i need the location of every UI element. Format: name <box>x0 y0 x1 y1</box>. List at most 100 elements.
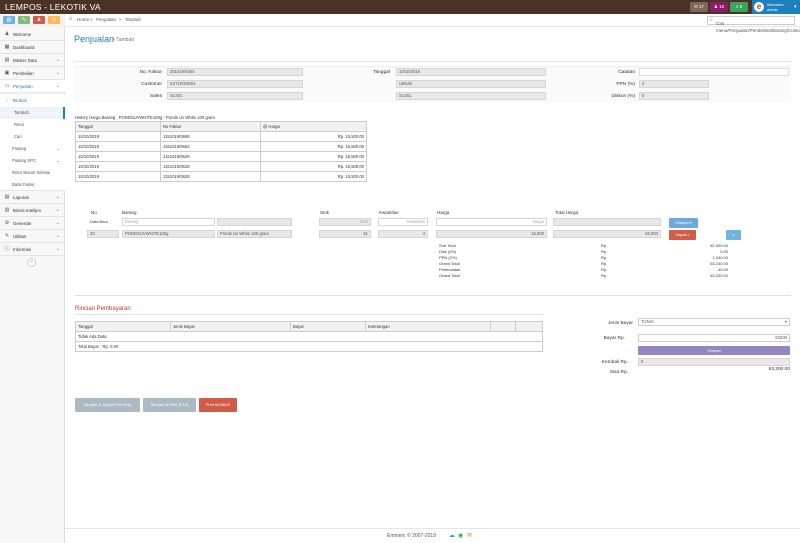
chevron-down-icon: ⌄ <box>55 220 60 226</box>
sidebar-sub-piutang-spc[interactable]: Piutang SPC ⌄ <box>0 155 65 167</box>
ppn-label: PPN (%) <box>616 82 635 87</box>
sidebar-item-laporan[interactable]: ▤ Laporan ⌄ <box>0 191 65 204</box>
search-icon[interactable]: ⌕ <box>710 17 713 23</box>
col-kwantitas-label: Kwantitas <box>379 210 399 215</box>
cash-icon: ▭ <box>4 83 10 89</box>
sidebar-item-utilitas[interactable]: ✎ Utilitas ⌄ <box>0 230 65 243</box>
chat-icon[interactable]: ☁ <box>449 532 455 539</box>
chevron-down-icon: ⌄ <box>55 233 60 239</box>
sidebar-sub-tambah[interactable]: › Tambah <box>0 95 65 107</box>
avatar: e <box>754 2 764 12</box>
chevron-down-icon: ⌄ <box>56 146 60 151</box>
kembali-input: 0 <box>638 358 790 366</box>
tanggal-input[interactable]: 10/10/2019 <box>396 68 546 76</box>
sidebar-item-master-data[interactable]: ▤ Master Data ⌄ <box>0 54 65 67</box>
shortcut-users-icon[interactable]: ♟ <box>33 16 45 24</box>
whatsapp-icon[interactable]: ◉ <box>458 532 463 539</box>
row-nama: Ponds Uv White 100 gram <box>217 230 292 238</box>
sidebar-collapse-button[interactable]: « <box>27 258 36 267</box>
sidebar-sub-retur-belum[interactable]: Retur Belum Selesai <box>0 167 65 179</box>
sales-label: Sales <box>150 94 162 99</box>
save-icon: ▾ <box>689 220 692 225</box>
page-title: Penjualan <box>74 34 115 44</box>
data-baru-label: Data Baru <box>90 219 109 224</box>
kwantitas-input[interactable]: Kwantitas <box>378 218 428 226</box>
sisa-value: 63,200.00 <box>768 367 790 372</box>
sidebar-sub-cari[interactable]: Cari <box>0 131 65 143</box>
diskon-label: Diskon (%) <box>611 94 635 99</box>
row-kode: PONDSUVWHITE100g <box>122 230 215 238</box>
barang-name-input <box>217 218 292 226</box>
mail-icon[interactable]: ✉ <box>467 532 472 539</box>
tasks-badge[interactable]: ≡ 0 <box>730 2 748 12</box>
chevron-down-icon: ⌄ <box>55 57 60 63</box>
sidebar-sub-piutang[interactable]: Piutang ⌄ <box>0 143 65 155</box>
shortcut-gear-icon[interactable]: ⚙ <box>48 16 60 24</box>
gears-icon: ⚙ <box>4 220 10 226</box>
sidebar-item-bisnis[interactable]: ▥ Bisnis Intelijen ⌄ <box>0 204 65 217</box>
ppn-input[interactable]: 2 <box>639 80 709 88</box>
page-subtitle: > Tambah <box>112 37 135 43</box>
chevron-down-icon: ⌄ <box>55 194 60 200</box>
sidebar-sub-retur[interactable]: Retur <box>0 119 65 131</box>
simpan-bayar-button[interactable]: Simpan <box>638 346 790 355</box>
home-icon[interactable]: ⌂ <box>69 16 72 22</box>
barang-input[interactable]: Barang <box>122 218 215 226</box>
col-total-label: Total Harga <box>555 210 579 215</box>
customer-name-input: UMUM <box>396 80 546 88</box>
jenis-bayar-select[interactable]: TUNAI ▾ <box>638 318 790 326</box>
wrench-icon: ✎ <box>4 233 10 239</box>
bayar-input[interactable]: 63200 <box>638 334 790 342</box>
list-icon: ≡ <box>735 4 739 9</box>
payment-header-row: Tanggal Jenis Bayar Bayar Keterangan <box>75 321 543 332</box>
history-table: Tanggal No Faktur @ Harga 10/10/2019 J151… <box>75 121 367 182</box>
diskon-input[interactable]: 0 <box>639 92 709 100</box>
payment-title: Rincian Pembayaran <box>75 306 131 312</box>
sidebar-item-welcome[interactable]: ♟ Welcome <box>0 28 65 41</box>
user-menu[interactable]: e Welcome admin ▾ <box>752 0 800 14</box>
row-harga[interactable]: 15,500 <box>436 230 547 238</box>
breadcrumb-penjualan[interactable]: Penjualan <box>96 17 116 22</box>
double-chevron-left-icon: « <box>30 259 33 265</box>
sidebar-sub-tambah-active[interactable]: Tambah <box>0 107 65 119</box>
sales-input[interactable]: SLS01 <box>167 92 303 100</box>
table-row: 10/10/2019 J151019/0628 Rp. 15,500.00 <box>75 161 367 172</box>
kembali-label: Kembali Rp. <box>601 360 628 365</box>
catatan-input[interactable] <box>639 68 789 76</box>
customer-input[interactable]: K2710/S0001 <box>167 80 303 88</box>
table-row: Total Bayar : Rp. 0.00 <box>75 341 543 352</box>
row-stok: 61 <box>319 230 371 238</box>
caret-down-icon: ▾ <box>784 319 787 324</box>
search-input[interactable]: Cari menu/Penjualan/Pembelian/Barang/Cus… <box>707 16 800 33</box>
save-no-print-button[interactable]: Simpan & Tanpa Print (F9) <box>75 398 140 412</box>
chevron-down-icon: ⌄ <box>55 207 60 213</box>
sidebar-item-generate[interactable]: ⚙ Generate ⌄ <box>0 217 65 230</box>
table-row: 10/10/2019 J151019/0628 Rp. 15,500.00 <box>75 171 367 182</box>
table-row: 10/10/2019 J151019/0629 Rp. 15,500.00 <box>75 151 367 162</box>
table-row: 10/10/2019 J151019/0663 Rp. 15,500.00 <box>75 141 367 152</box>
messages-badge[interactable]: ✉ 17 <box>690 2 708 12</box>
sidebar-item-dashboard[interactable]: ▦ Dashboard <box>0 41 65 54</box>
chevron-down-icon: ⌄ <box>55 70 60 76</box>
search-item-button[interactable]: ⌕ <box>726 230 741 240</box>
row-qty[interactable]: 4 <box>378 230 428 238</box>
simpan-item-button[interactable]: Simpan ▾ <box>669 218 698 228</box>
cart-icon: ▣ <box>4 70 10 76</box>
sidebar-sub-batal-faktur[interactable]: Batal Faktur <box>0 179 65 191</box>
bayar-label: Bayar Rp. <box>603 336 625 341</box>
report-icon: ▤ <box>4 194 10 200</box>
save-print-button[interactable]: Simpan & Print (F10) <box>143 398 196 412</box>
shortcut-pencil-icon[interactable]: ✎ <box>18 16 30 24</box>
breadcrumb-home[interactable]: Home <box>77 17 89 22</box>
users-badge[interactable]: ♟ 15 <box>710 2 728 12</box>
shortcut-chart-icon[interactable]: ▥ <box>3 16 15 24</box>
chevron-down-icon: ⌄ <box>55 83 60 89</box>
sidebar-item-penjualan[interactable]: ▭ Penjualan ⌄ <box>0 80 65 93</box>
hapus-item-button[interactable]: Hapus ▪ <box>669 230 696 240</box>
no-faktur-input[interactable]: 201019/4054 <box>167 68 303 76</box>
sidebar-item-pembelian[interactable]: ▣ Pembelian ⌄ <box>0 67 65 80</box>
print-mobile-button[interactable]: Print MOBILE <box>199 398 237 412</box>
history-header-row: Tanggal No Faktur @ Harga <box>75 121 367 132</box>
sidebar-item-informasi[interactable]: ⓘ Informasi ⌄ <box>0 243 65 256</box>
harga-input[interactable]: Harga <box>436 218 547 226</box>
